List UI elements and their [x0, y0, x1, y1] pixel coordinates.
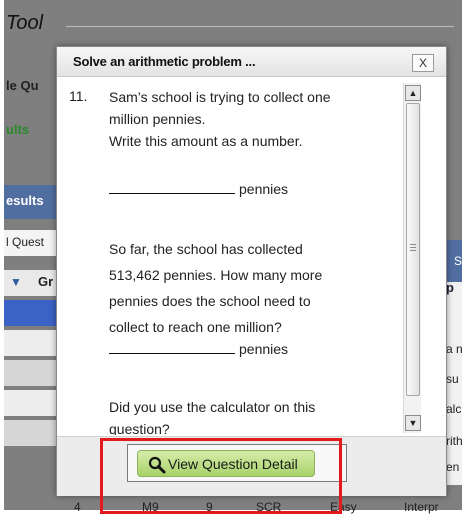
question-line: collect to reach one million? [109, 319, 282, 335]
question-line: Sam’s school is trying to collect one [109, 89, 331, 105]
highlight-box [100, 438, 342, 514]
question-line: Write this amount as a number. [109, 133, 303, 149]
dialog-title: Solve an arithmetic problem ... [73, 54, 256, 69]
scroll-thumb[interactable] [406, 103, 420, 396]
question-line: pennies does the school need to [109, 293, 311, 309]
right-cell: su [446, 372, 459, 386]
blank-line [109, 180, 235, 194]
close-button[interactable]: X [412, 54, 434, 72]
blank-suffix: pennies [239, 341, 289, 357]
right-cell: a n [446, 342, 463, 356]
right-cell: en [446, 460, 460, 474]
table-row[interactable] [4, 420, 56, 446]
question-content: 11. Sam’s school is trying to collect on… [57, 78, 405, 435]
table-row[interactable] [4, 330, 56, 356]
chevron-up-icon: ▲ [408, 88, 418, 98]
results-tab[interactable]: esults [4, 185, 56, 219]
table-header-row: l Quest [4, 230, 56, 256]
answer-blank-1: pennies [109, 178, 288, 200]
row-cell: 4 [74, 500, 81, 514]
question-number: 11. [69, 88, 88, 104]
question-line: question? [109, 421, 170, 435]
row-cell: Interpr [404, 500, 439, 514]
group-row[interactable]: ▼ Gr [4, 270, 56, 296]
question-line: million pennies. [109, 111, 206, 127]
dialog-titlebar[interactable]: Solve an arithmetic problem ... X [57, 47, 446, 77]
grip-icon [410, 244, 416, 245]
quiz-title-fragment: le Qu [6, 78, 39, 93]
screen: Tool le Qu ults esults l Quest ▼ Gr S p … [0, 0, 474, 521]
right-cell: rith [446, 434, 463, 448]
right-cell: alc [446, 402, 462, 416]
results-link-fragment[interactable]: ults [6, 122, 29, 137]
table-row[interactable] [4, 360, 56, 386]
answer-blank-2: pennies [109, 338, 288, 360]
selected-row[interactable] [4, 300, 56, 326]
close-icon: X [418, 56, 427, 70]
group-label: Gr [38, 274, 54, 289]
scroll-down-button[interactable]: ▼ [405, 415, 421, 431]
blank-suffix: pennies [239, 181, 289, 197]
chevron-down-icon: ▼ [408, 418, 418, 428]
question-line: So far, the school has collected [109, 241, 303, 257]
right-cell: p [446, 280, 454, 295]
question-line: Did you use the calculator on this [109, 399, 316, 415]
table-row[interactable] [4, 390, 56, 416]
question-column-header: l Quest [6, 235, 45, 249]
results-tab-label: esults [6, 193, 44, 208]
title-divider [66, 26, 454, 27]
collapse-arrow-icon[interactable]: ▼ [10, 275, 22, 289]
question-line: 513,462 pennies. How many more [109, 267, 323, 283]
page-title: Tool [6, 12, 44, 34]
right-header-label: S [454, 254, 463, 268]
question-dialog: Solve an arithmetic problem ... X 11. Sa… [56, 46, 447, 496]
scroll-up-button[interactable]: ▲ [405, 85, 421, 101]
vertical-scrollbar[interactable]: ▲ ▼ [403, 83, 421, 433]
blank-line [109, 340, 235, 354]
